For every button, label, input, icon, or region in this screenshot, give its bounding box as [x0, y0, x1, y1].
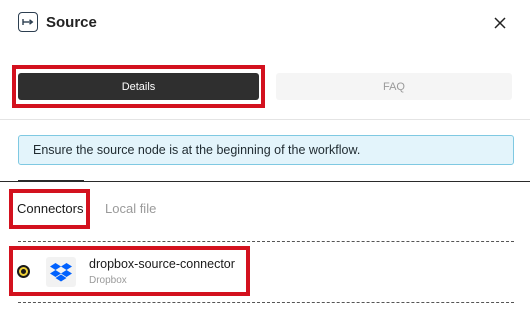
tab-local-file[interactable]: Local file: [105, 201, 156, 216]
list-divider-top: [18, 241, 514, 242]
panel-title: Source: [46, 13, 97, 31]
close-icon: [494, 17, 506, 29]
highlight-details-tab: [12, 65, 265, 108]
info-message: Ensure the source node is at the beginni…: [33, 143, 361, 157]
close-button[interactable]: [490, 13, 510, 33]
source-panel: Source Details FAQ Ensure the source nod…: [0, 0, 530, 311]
highlight-connectors-tab: [9, 189, 90, 229]
active-tab-indicator: [18, 180, 84, 182]
highlight-connector-item: [9, 246, 250, 296]
tab-faq[interactable]: FAQ: [276, 73, 512, 100]
source-node-icon: [18, 12, 38, 32]
section-divider: [0, 119, 530, 120]
panel-header: Source: [18, 12, 97, 32]
info-banner: Ensure the source node is at the beginni…: [18, 135, 514, 165]
list-divider-bottom: [18, 302, 514, 303]
